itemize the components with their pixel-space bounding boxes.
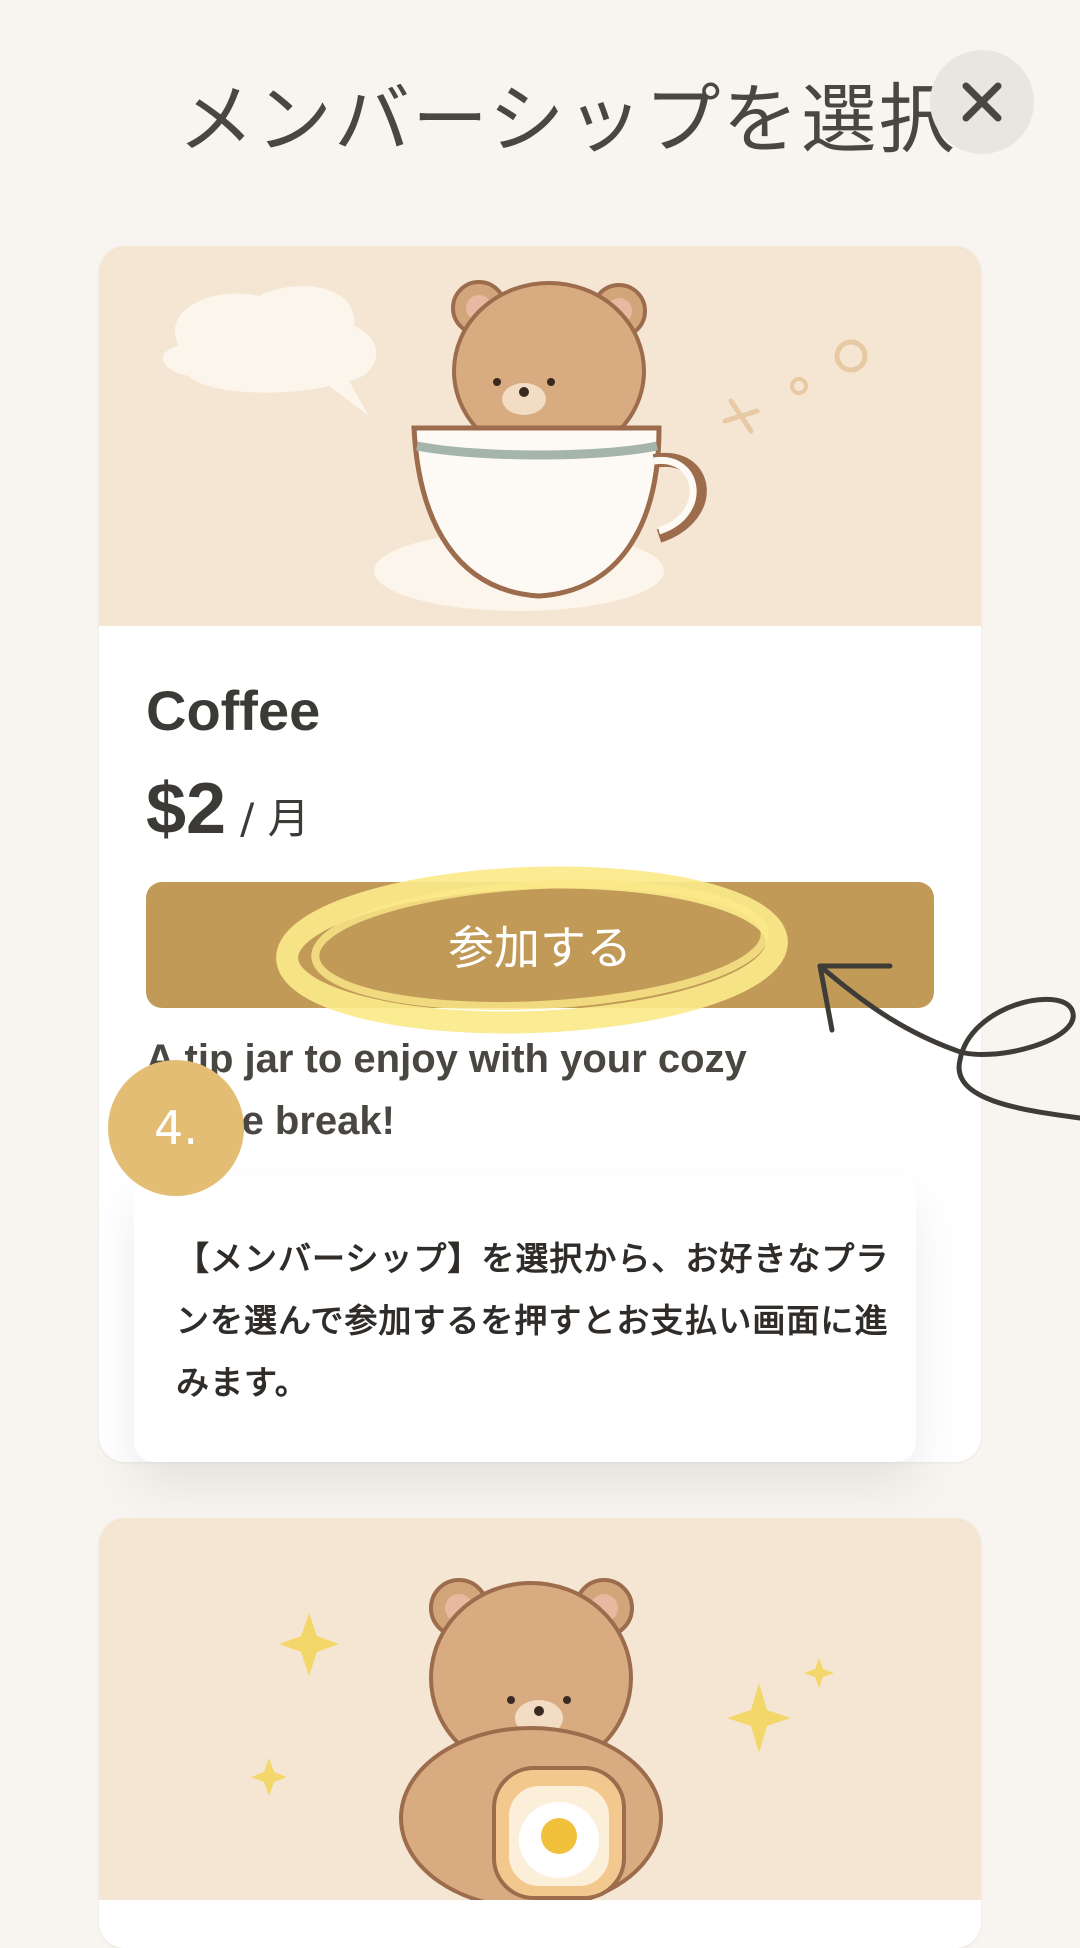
tutorial-step-badge: 4. bbox=[108, 1060, 244, 1196]
close-icon bbox=[962, 82, 1002, 122]
tier-banner bbox=[99, 246, 981, 626]
tier-banner bbox=[99, 1518, 981, 1910]
tier-price: $2 bbox=[146, 769, 227, 849]
join-button-label: 参加する bbox=[448, 921, 632, 975]
tier-price-row: $2 / 月 bbox=[146, 768, 310, 850]
tier-period: / 月 bbox=[240, 794, 310, 843]
tutorial-instruction-box: 【メンバーシップ】を選択から、お好きなプランを選んで参加するを押すとお支払い画面… bbox=[134, 1176, 916, 1462]
bear-with-egg-toast-illustration bbox=[251, 1578, 834, 1910]
tier-card-toast bbox=[99, 1518, 981, 1948]
tier-description: A tip jar to enjoy with your cozy coffee… bbox=[146, 1037, 747, 1143]
bear-in-coffee-cup-illustration bbox=[162, 280, 868, 611]
close-button[interactable] bbox=[930, 50, 1034, 154]
tutorial-instruction-text: 【メンバーシップ】を選択から、お好きなプランを選んで参加するを押すとお支払い画面… bbox=[176, 1239, 890, 1402]
tier-name: Coffee bbox=[146, 679, 321, 742]
page-title: メンバーシップを選択 bbox=[178, 75, 957, 164]
join-button[interactable]: 参加する bbox=[146, 882, 934, 1008]
